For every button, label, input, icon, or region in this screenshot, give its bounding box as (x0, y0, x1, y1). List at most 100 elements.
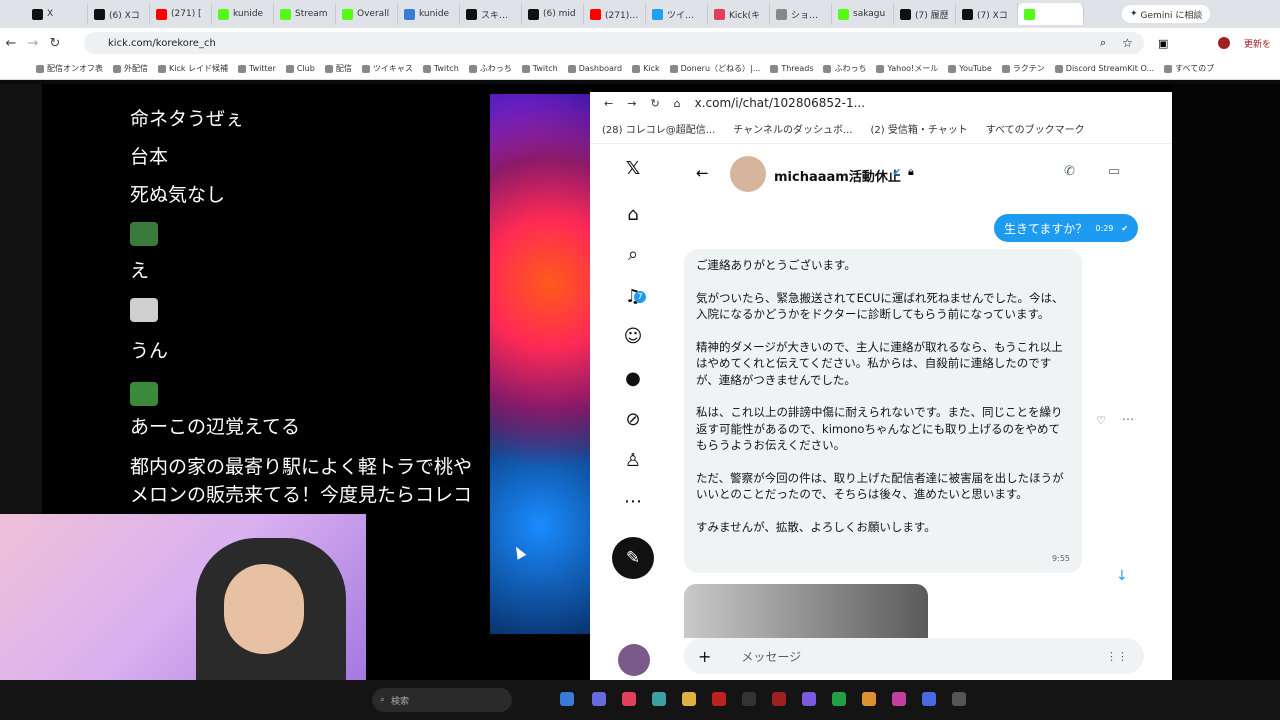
browser-tab[interactable]: (6) Xコ (88, 3, 150, 25)
follow-icon[interactable]: ☺ (622, 326, 644, 348)
taskbar-search[interactable]: ⌕ 検索 (372, 688, 512, 712)
bookmark-item[interactable]: Dashboard (567, 64, 622, 73)
home-icon[interactable]: ⌂ (674, 97, 681, 110)
bookmark-item[interactable]: Kick レイド候補 (158, 63, 228, 74)
profile-icon[interactable]: ♙ (622, 450, 644, 472)
message-composer[interactable]: + メッセージ ⋮⋮ (684, 638, 1144, 674)
bookmark-item[interactable]: 外配信 (113, 63, 148, 74)
bookmark-item[interactable]: Twitch (521, 64, 558, 73)
phone-icon[interactable]: ✆ (1064, 164, 1075, 179)
bookmark-item[interactable]: すべてのブ (1164, 63, 1214, 74)
avatar[interactable] (1218, 37, 1230, 49)
app-icon[interactable] (772, 692, 786, 706)
app-icon[interactable] (952, 692, 966, 706)
verified-icon: ✔ (892, 166, 902, 179)
image-attachment[interactable] (684, 584, 928, 638)
bookmark-item[interactable]: 配信 (324, 63, 352, 74)
messages-icon[interactable]: ● (622, 368, 644, 390)
contact-avatar[interactable] (730, 156, 766, 192)
back-arrow-icon[interactable]: ← (696, 164, 709, 182)
browser-tab[interactable]: Overall (336, 3, 398, 25)
browser-tab[interactable]: スキッパ (460, 3, 522, 25)
app-icon[interactable] (922, 692, 936, 706)
back-icon[interactable]: ← (0, 36, 22, 51)
outgoing-message[interactable]: 生きてますか？ 0:29 ✔ (994, 214, 1139, 242)
incoming-message[interactable]: ご連絡ありがとうございます。 気がついたら、緊急搬送されてECUに運ばれ死ねません… (684, 249, 1082, 573)
update-label[interactable]: 更新を (1244, 37, 1271, 50)
browser-tab[interactable]: ショボン (770, 3, 832, 25)
browser-tab[interactable]: kunide (212, 3, 274, 25)
gemini-button[interactable]: ✦ Gemini に相談 (1122, 5, 1211, 23)
x-bookmark-item[interactable]: すべてのブックマーク (986, 121, 1085, 136)
account-avatar[interactable] (618, 644, 650, 676)
app-icon[interactable] (622, 692, 636, 706)
scroll-down-icon[interactable]: ↓ (1116, 568, 1128, 584)
more-icon[interactable]: ⋯ (622, 491, 644, 513)
reload-icon[interactable]: ↻ (44, 36, 66, 51)
app-icon[interactable] (802, 692, 816, 706)
voice-icon[interactable]: ⋮⋮ (1106, 650, 1128, 663)
bookmark-item[interactable]: YouTube (948, 64, 992, 73)
app-icon[interactable] (892, 692, 906, 706)
tab-favicon-icon (1024, 8, 1035, 20)
bookmark-star-icon[interactable]: ☆ (1122, 36, 1133, 50)
bookmark-item[interactable]: ふわっち (823, 63, 866, 74)
bookmark-label: Twitter (249, 64, 276, 73)
browser-tab[interactable]: (6) mid (522, 3, 584, 25)
browser-tab[interactable]: Kick(キ (708, 3, 770, 25)
contact-name[interactable]: michaaam活動休止 (774, 166, 901, 185)
compose-icon[interactable]: ✎ (612, 537, 654, 579)
browser-tab[interactable]: (271) [ (150, 3, 212, 25)
react-icon[interactable]: ♡ (1096, 414, 1106, 427)
app-icon[interactable] (742, 692, 756, 706)
app-icon[interactable] (832, 692, 846, 706)
back-icon[interactable]: ← (604, 97, 613, 110)
x-bookmark-item[interactable]: (28) コレコレ@超配信... (602, 121, 715, 136)
browser-tab[interactable]: (7) Xコ (956, 3, 1018, 25)
app-icon[interactable] (592, 692, 606, 706)
forward-icon[interactable]: → (627, 97, 636, 110)
app-icon[interactable] (560, 692, 574, 706)
browser-tab[interactable]: sakagu (832, 3, 894, 25)
browser-tab[interactable]: X (26, 3, 88, 25)
bookmark-item[interactable]: Twitch (422, 64, 459, 73)
bookmark-item[interactable]: Discord StreamKit O... (1054, 64, 1154, 73)
search-icon[interactable]: ⌕ (622, 244, 644, 266)
browser-tab[interactable] (1018, 3, 1084, 25)
x-url-text[interactable]: x.com/i/chat/102806852-1... (695, 96, 865, 110)
bookmark-item[interactable]: Twitter (238, 64, 276, 73)
browser-tab[interactable]: (7) 履歴 (894, 3, 956, 25)
x-logo-icon[interactable]: 𝕏 (622, 158, 644, 180)
chat-message: うん (130, 340, 169, 362)
bookmark-item[interactable]: Threads (770, 64, 813, 73)
message-input[interactable]: メッセージ (741, 648, 801, 665)
bookmark-item[interactable]: 配信オンオフ表 (36, 63, 103, 74)
bookmark-item[interactable]: Kick (632, 64, 660, 73)
bookmark-item[interactable]: ふわっち (468, 63, 512, 74)
bookmark-item[interactable]: Doneru（どねる）|... (669, 63, 760, 74)
bookmark-item[interactable]: Yahoo!メール (876, 63, 938, 74)
bookmark-item[interactable]: Club (285, 64, 315, 73)
reload-icon[interactable]: ↻ (650, 97, 659, 110)
zoom-icon[interactable]: ⌕ (1100, 36, 1106, 50)
app-icon[interactable] (682, 692, 696, 706)
address-bar[interactable]: kick.com/korekore_ch (84, 32, 1144, 54)
grok-icon[interactable]: ⊘ (622, 409, 644, 431)
bookmark-item[interactable]: ツイキャス (361, 63, 413, 74)
app-icon[interactable] (862, 692, 876, 706)
browser-tab[interactable]: (271) 新 (584, 3, 646, 25)
x-bookmark-item[interactable]: チャンネルのダッシュボ... (733, 121, 852, 136)
home-icon[interactable]: ⌂ (622, 204, 644, 226)
add-attachment-icon[interactable]: + (698, 647, 711, 666)
app-icon[interactable] (652, 692, 666, 706)
browser-tab[interactable]: Stream (274, 3, 336, 25)
bookmark-item[interactable]: ラクテン (1001, 63, 1045, 74)
app-icon[interactable] (712, 692, 726, 706)
forward-icon[interactable]: → (22, 36, 44, 51)
x-bookmark-item[interactable]: (2) 受信箱・チャット (871, 121, 968, 136)
video-icon[interactable]: ▭ (1108, 164, 1120, 179)
extensions-icon[interactable]: ▣ (1158, 37, 1168, 50)
browser-tab[interactable]: ツイキャ (646, 3, 708, 25)
browser-tab[interactable]: kunide (398, 3, 460, 25)
message-more-icon[interactable]: ⋯ (1122, 412, 1134, 426)
